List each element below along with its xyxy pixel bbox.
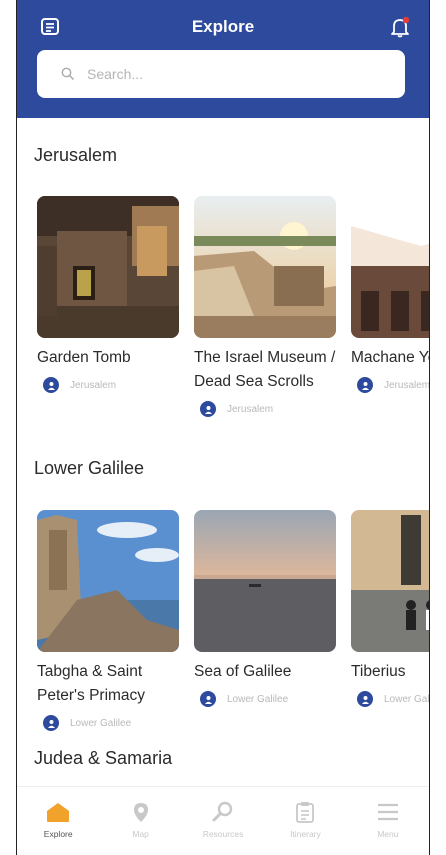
place-title: Tabgha & Saint Peter's Primacy [37, 663, 146, 704]
place-card[interactable]: Garden Tomb Jerusalem [37, 196, 179, 418]
location-icon [357, 377, 373, 393]
location-label: Jerusalem [70, 379, 117, 391]
search-input[interactable] [87, 66, 367, 82]
menu-icon [377, 803, 398, 821]
place-image-tabgha [37, 510, 179, 652]
clipboard-icon [296, 802, 315, 823]
place-title: Sea of Galilee [194, 663, 292, 680]
location-icon [43, 715, 59, 731]
place-image-machane-yehuda [351, 196, 429, 338]
tab-explore[interactable]: Explore [17, 787, 99, 855]
place-image-israel-museum [194, 196, 336, 338]
search-bar[interactable] [37, 50, 405, 98]
tab-label: Map [132, 829, 149, 839]
location-icon [200, 691, 216, 707]
place-image-sea-of-galilee [194, 510, 336, 652]
tab-menu[interactable]: Menu [347, 787, 429, 855]
page-title: Explore [191, 17, 255, 36]
bottom-tab-bar: Explore Map Resources Itinerary Menu [17, 786, 429, 855]
place-location: Jerusalem [351, 376, 429, 394]
place-title: The Israel Museum / Dead Sea Scrolls [194, 349, 336, 390]
tab-label: Explore [43, 829, 73, 839]
location-label: Jerusalem [384, 379, 429, 391]
card-row-jerusalem[interactable]: Garden Tomb Jerusalem The Israel Museum … [37, 196, 429, 418]
tab-itinerary[interactable]: Itinerary [264, 787, 346, 855]
place-image-tiberius [351, 510, 429, 652]
section-title-lower-galilee: Lower Galilee [34, 458, 145, 478]
tab-resources[interactable]: Resources [182, 787, 264, 855]
location-label: Jerusalem [227, 403, 274, 415]
search-icon [61, 67, 75, 81]
place-card[interactable]: Machane Yehuda Jerusalem [351, 196, 429, 418]
home-icon [47, 803, 70, 822]
location-label: Lower Galilee [70, 717, 132, 729]
tab-map[interactable]: Map [99, 787, 181, 855]
place-card[interactable]: The Israel Museum / Dead Sea Scrolls Jer… [194, 196, 336, 418]
app-frame: Explore Jerusalem [16, 0, 430, 855]
location-icon [200, 401, 216, 417]
place-location: Lower Galilee [37, 714, 179, 732]
tab-label: Resources [202, 829, 244, 839]
explore-content[interactable]: Jerusalem Garden Tomb Jerusalem The Isra… [17, 118, 429, 786]
card-row-lower-galilee[interactable]: Tabgha & Saint Peter's Primacy Lower Gal… [37, 510, 429, 732]
place-image-garden-tomb [37, 196, 179, 338]
tab-label: Itinerary [290, 829, 321, 839]
place-location: Jerusalem [37, 376, 179, 394]
place-location: Lower Galilee [194, 690, 336, 708]
map-pin-icon [133, 803, 148, 822]
bell-icon[interactable] [387, 14, 413, 40]
place-title: Tiberius [351, 663, 406, 680]
place-card[interactable]: Tiberius Lower Galilee [351, 510, 429, 732]
place-location: Lower Galilee [351, 690, 429, 708]
location-label: Lower Galilee [384, 693, 429, 705]
place-title: Machane Yehuda [351, 349, 429, 366]
place-location: Jerusalem [194, 400, 336, 418]
place-card[interactable]: Sea of Galilee Lower Galilee [194, 510, 336, 732]
tab-label: Menu [377, 829, 399, 839]
location-icon [357, 691, 373, 707]
magnifier-icon [212, 801, 233, 822]
place-title: Garden Tomb [37, 349, 131, 366]
section-title-jerusalem: Jerusalem [34, 145, 118, 165]
header: Explore [17, 0, 429, 118]
location-icon [43, 377, 59, 393]
place-card[interactable]: Tabgha & Saint Peter's Primacy Lower Gal… [37, 510, 179, 732]
section-title-judea-samaria: Judea & Samaria [34, 748, 173, 768]
location-label: Lower Galilee [227, 693, 289, 705]
